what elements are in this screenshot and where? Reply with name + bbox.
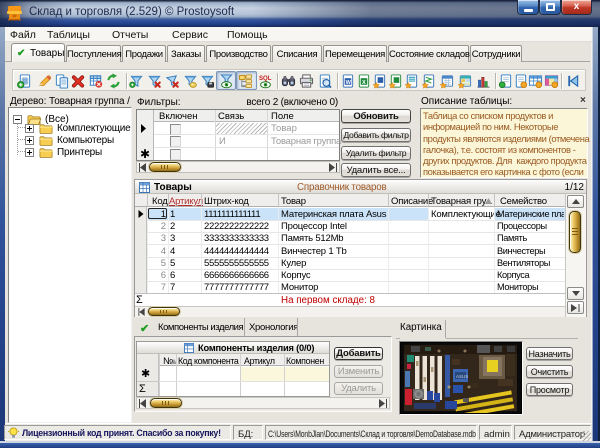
svg-text:ASUS: ASUS [456, 374, 468, 379]
svg-text:X: X [362, 80, 366, 86]
svg-text:W: W [346, 80, 352, 86]
svg-text:SQL: SQL [259, 75, 272, 82]
